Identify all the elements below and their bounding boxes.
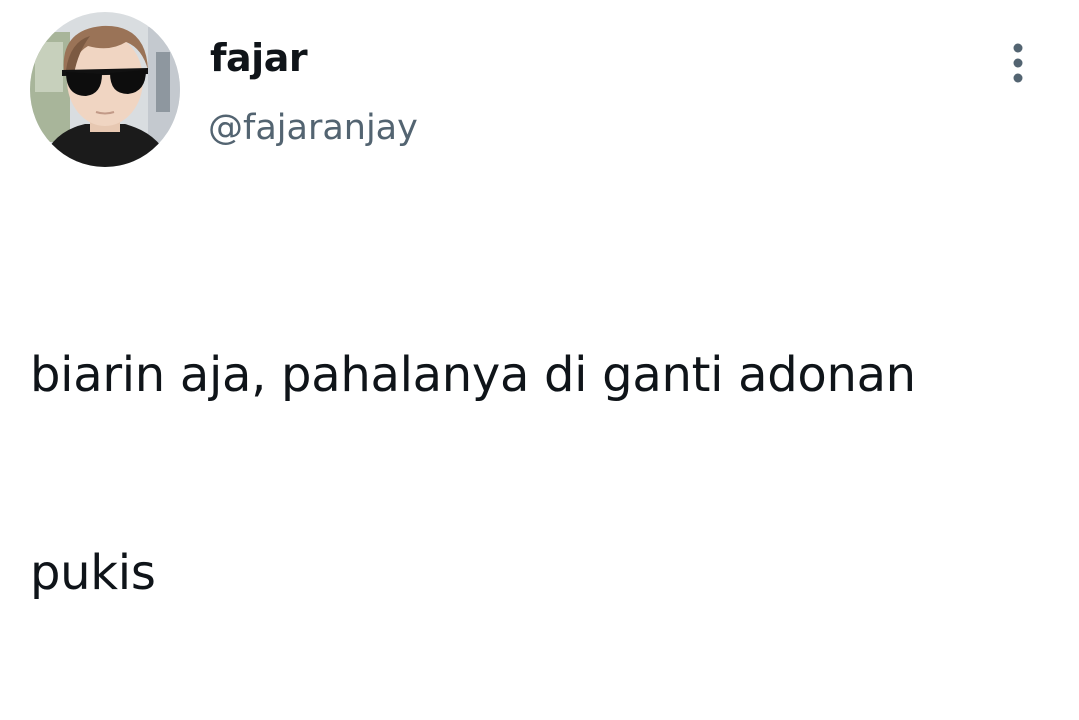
more-options-button[interactable] (996, 38, 1040, 90)
tweet-text-line: pukis (30, 545, 156, 601)
author-display-name[interactable]: fajar (210, 35, 308, 81)
author-handle[interactable]: @fajaranjay (208, 106, 418, 150)
tweet-text-line: biarin aja, pahalanya di ganti adonan (30, 347, 916, 403)
tweet-text: biarin aja, pahalanya di ganti adonan pu… (30, 210, 1050, 720)
avatar-image (30, 12, 180, 167)
tweet-card: fajar @fajaranjay biarin aja, pahalanya … (0, 0, 1079, 601)
author-avatar[interactable] (30, 12, 180, 167)
more-vertical-icon (1013, 43, 1023, 83)
